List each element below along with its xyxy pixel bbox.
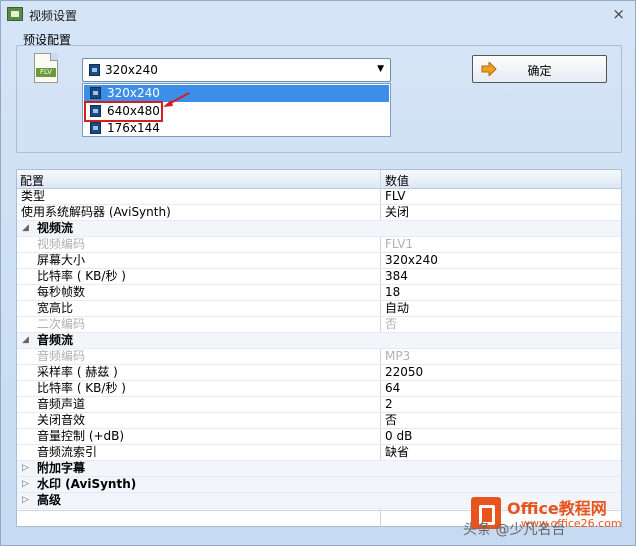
close-icon[interactable]: × bbox=[612, 5, 625, 23]
category-video-stream[interactable]: ◢ 视频流 bbox=[17, 221, 621, 237]
category-watermark[interactable]: ▷ 水印 (AviSynth) bbox=[17, 477, 621, 493]
preset-option-320x240[interactable]: 320x240 bbox=[84, 85, 389, 102]
expand-icon: ▷ bbox=[22, 479, 29, 489]
ok-button[interactable]: 确定 bbox=[472, 55, 607, 83]
dropdown-arrow-icon[interactable]: ▼ bbox=[377, 64, 384, 74]
collapse-icon: ◢ bbox=[22, 223, 29, 233]
category-subtitles[interactable]: ▷ 附加字幕 bbox=[17, 461, 621, 477]
grid-row-aspect[interactable]: 宽高比 自动 bbox=[17, 301, 621, 317]
watermark-signature: 头条 @少凡名台 bbox=[463, 522, 566, 538]
expand-icon: ▷ bbox=[22, 463, 29, 473]
video-settings-window: 视频设置 × 预设配置 FLV 320x240 ▼ 320x240 640x48… bbox=[0, 0, 636, 546]
grid-row-mute[interactable]: 关闭音效否 bbox=[17, 413, 621, 429]
grid-row-sample-rate[interactable]: 采样率 ( 赫兹 ) 22050 bbox=[17, 365, 621, 381]
grid-row-fps[interactable]: 每秒帧数 18 bbox=[17, 285, 621, 301]
expand-icon: ▷ bbox=[22, 495, 29, 505]
film-icon bbox=[90, 122, 101, 134]
preset-dropdown-list: 320x240 640x480 176x144 bbox=[82, 83, 391, 137]
grid-row-volume[interactable]: 音量控制 (+dB) 0 dB bbox=[17, 429, 621, 445]
grid-row-system-decoder[interactable]: 使用系统解码器 (AviSynth) 关闭 bbox=[17, 205, 621, 221]
window-title: 视频设置 bbox=[29, 9, 78, 23]
grid-row-audio-bitrate[interactable]: 比特率 ( KB/秒 ) 64 bbox=[17, 381, 621, 397]
header-config: 配置 bbox=[20, 174, 45, 188]
grid-row-video-codec: 视频编码 FLV1 bbox=[17, 237, 621, 253]
title-bar: 视频设置 × bbox=[1, 1, 635, 28]
grid-row-screen-size[interactable]: 屏幕大小 320x240 bbox=[17, 253, 621, 269]
ok-button-label: 确定 bbox=[527, 64, 552, 78]
collapse-icon: ◢ bbox=[22, 335, 29, 345]
property-grid: 配置 数值 类型 FLV 使用系统解码器 (AviSynth) 关闭 ◢ 视频流 视频… bbox=[16, 169, 622, 527]
grid-row-stream-index[interactable]: 音频流索引 缺省 bbox=[17, 445, 621, 461]
watermark: Office教程网 www.office26.com 头条 @少凡名台 bbox=[463, 493, 631, 539]
preset-option-176x144[interactable]: 176x144 bbox=[84, 120, 389, 137]
highlight-box bbox=[84, 101, 163, 122]
film-icon bbox=[90, 87, 101, 99]
grid-row-audio-codec: 音频编码 MP3 bbox=[17, 349, 621, 365]
header-value: 数值 bbox=[385, 174, 410, 188]
watermark-brand: Office教程网 bbox=[507, 499, 607, 518]
preset-select-value: 320x240 bbox=[105, 63, 158, 77]
film-icon bbox=[89, 64, 100, 76]
grid-row-channels[interactable]: 音频声道 2 bbox=[17, 397, 621, 413]
grid-row-two-pass: 二次编码否 bbox=[17, 317, 621, 333]
grid-row-type[interactable]: 类型 FLV bbox=[17, 189, 621, 205]
flv-file-icon: FLV bbox=[34, 53, 58, 83]
grid-row-video-bitrate[interactable]: 比特率 ( KB/秒 ) 384 bbox=[17, 269, 621, 285]
grid-header: 配置 数值 bbox=[17, 170, 621, 189]
category-audio-stream[interactable]: ◢ 音频流 bbox=[17, 333, 621, 349]
red-arrow-annotation bbox=[163, 92, 190, 107]
preset-select[interactable]: 320x240 ▼ bbox=[82, 58, 391, 82]
app-icon bbox=[7, 7, 23, 21]
